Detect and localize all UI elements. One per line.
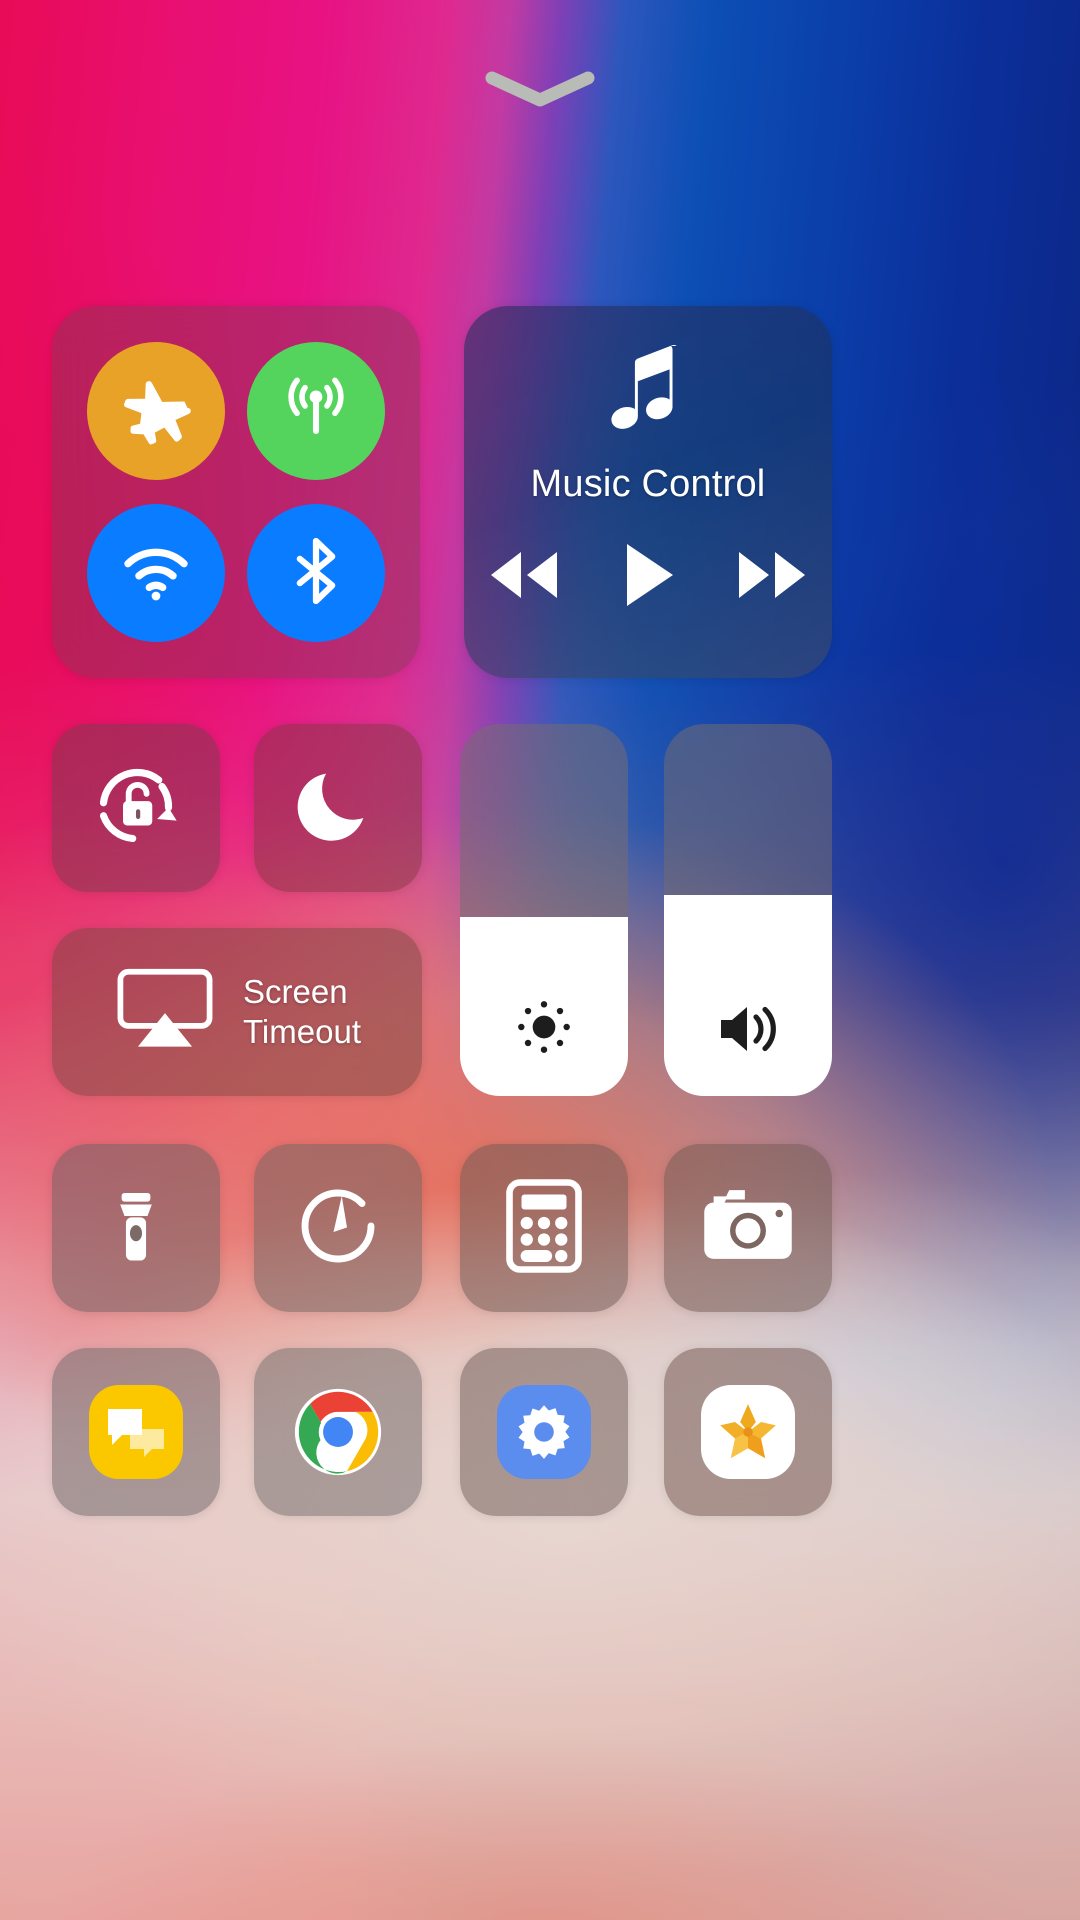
flower-icon: [701, 1385, 795, 1479]
settings-gear-icon: [497, 1385, 591, 1479]
camera-button[interactable]: [664, 1144, 832, 1312]
volume-slider[interactable]: [664, 724, 832, 1096]
fast-forward-icon: [733, 546, 813, 609]
airplane-icon: [119, 372, 193, 451]
collapse-handle[interactable]: [0, 60, 1080, 120]
screen-timeout-button[interactable]: Screen Timeout: [52, 928, 422, 1096]
bluetooth-toggle[interactable]: [247, 504, 385, 642]
flashlight-icon: [90, 1180, 182, 1277]
brightness-slider[interactable]: [460, 724, 628, 1096]
bluetooth-icon: [279, 534, 353, 613]
music-control-title: Music Control: [530, 463, 766, 505]
cellular-signal-icon: [277, 370, 355, 453]
calculator-icon: [501, 1178, 587, 1279]
timer-icon: [290, 1178, 386, 1279]
play-icon: [619, 540, 677, 615]
chrome-icon: [291, 1385, 385, 1479]
rotation-lock-icon: [84, 754, 188, 863]
volume-slider-fill: [664, 895, 832, 1096]
screen-timeout-label-line1: Screen: [243, 972, 348, 1010]
calculator-button[interactable]: [460, 1144, 628, 1312]
chevron-down-icon: [480, 68, 600, 112]
rewind-icon: [483, 546, 563, 609]
connectivity-panel: [52, 306, 420, 678]
flashlight-button[interactable]: [52, 1144, 220, 1312]
messages-icon: [89, 1385, 183, 1479]
moon-icon: [293, 761, 383, 856]
app-shortcut-gallery[interactable]: [664, 1348, 832, 1516]
airplane-mode-toggle[interactable]: [87, 342, 225, 480]
mobile-data-toggle[interactable]: [247, 342, 385, 480]
control-center: Music Control Screen Timeout: [0, 0, 1080, 1920]
wifi-icon: [117, 532, 195, 615]
do-not-disturb-toggle[interactable]: [254, 724, 422, 892]
app-shortcut-chrome[interactable]: [254, 1348, 422, 1516]
timer-button[interactable]: [254, 1144, 422, 1312]
play-button[interactable]: [619, 540, 677, 615]
app-shortcut-settings[interactable]: [460, 1348, 628, 1516]
app-shortcut-messages[interactable]: [52, 1348, 220, 1516]
rotation-lock-toggle[interactable]: [52, 724, 220, 892]
music-control-panel: Music Control: [464, 306, 832, 678]
next-button[interactable]: [733, 546, 813, 609]
screen-timeout-label-line2: Timeout: [243, 1013, 361, 1050]
brightness-slider-fill: [460, 917, 628, 1096]
screen-timeout-label: Screen Timeout: [243, 972, 361, 1053]
wifi-toggle[interactable]: [87, 504, 225, 642]
music-note-icon: [589, 334, 707, 457]
airplay-screen-icon: [113, 967, 217, 1058]
previous-button[interactable]: [483, 546, 563, 609]
music-transport-controls: [483, 540, 813, 615]
camera-icon: [698, 1183, 798, 1274]
